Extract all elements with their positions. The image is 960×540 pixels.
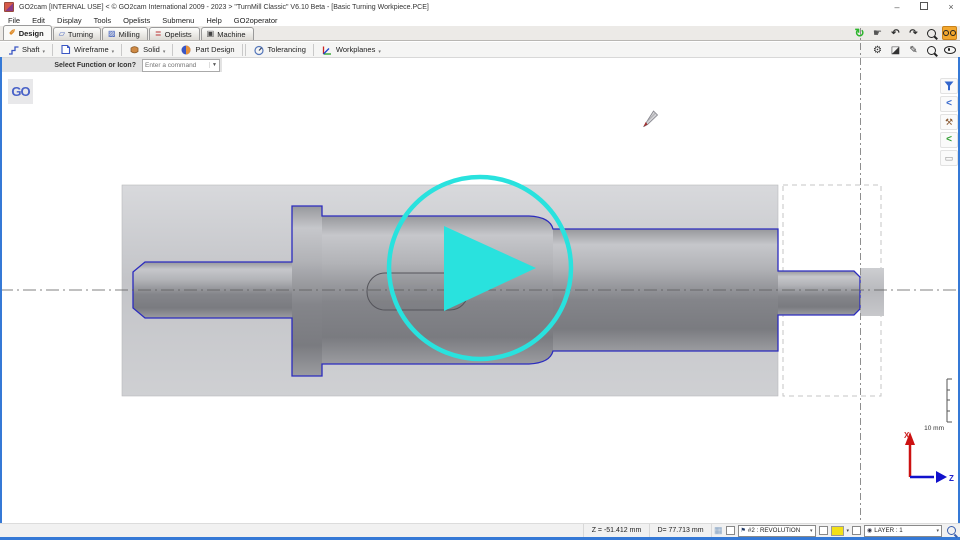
machine-tab-icon: ▣ [207,30,215,38]
titlebar: GO2cam [INTERNAL USE] < © GO2cam Interna… [0,0,960,14]
dropdown-arrow-icon: ▾ [378,49,381,55]
tab-opelists[interactable]: ≣ Opelists [149,27,200,40]
zoom-status-icon[interactable] [945,524,957,538]
app-icon [4,2,14,12]
dropdown-arrow-icon: ▾ [43,49,46,55]
refresh-icon[interactable]: ↻ [852,26,867,40]
shaft-button[interactable]: Shaft▾ [2,43,51,57]
z-coordinate: Z = -51.412 mm [583,524,649,537]
datum-line [860,28,861,520]
view-toolbar-row2: ⚙ ◪ ✎ [870,43,957,57]
part-design-button[interactable]: Part Design [174,43,240,57]
part-design-icon [180,44,192,56]
filter-button[interactable] [940,78,958,94]
collapse-green-button[interactable]: < [940,132,958,148]
undo-icon[interactable]: ↶ [888,26,903,40]
eraser-icon[interactable]: ◪ [888,43,903,57]
pencil-cursor [641,109,661,130]
machining-icon[interactable]: ⚙ [870,43,885,57]
workplanes-icon [321,44,333,56]
shaft-icon [8,44,19,55]
layer-eye-icon: ◉ [867,527,872,534]
pick-tool-icon[interactable]: ☛ [870,26,885,40]
menu-display[interactable]: Display [51,16,88,25]
menu-help[interactable]: Help [200,16,227,25]
layer-select[interactable]: ◉ LAYER : 1 ▾ [864,525,942,537]
redo-icon[interactable]: ↷ [906,26,921,40]
wireframe-button[interactable]: Wireframe▾ [54,43,120,57]
window-title: GO2cam [INTERNAL USE] < © GO2cam Interna… [19,4,429,11]
opelists-tab-icon: ≣ [155,30,162,38]
color-checkbox[interactable] [819,526,828,535]
grid-icon[interactable]: ▦ [714,526,723,535]
menu-opelists[interactable]: Opelists [117,16,156,25]
dropdown-arrow-icon: ▾ [112,49,115,55]
tab-strip: ✐ Design ▱ Turning ▨ Milling ≣ Opelists … [0,26,960,41]
revolution-checkbox[interactable] [726,526,735,535]
tab-design[interactable]: ✐ Design [3,25,52,40]
menu-submenu[interactable]: Submenu [156,16,200,25]
flag-icon: ⚑ [741,527,746,534]
d-coordinate: D= 77.713 mm [649,524,712,537]
menu-file[interactable]: File [2,16,26,25]
menu-tools[interactable]: Tools [88,16,118,25]
right-mini-toolbar: < ⚒ < ▭ [940,78,958,166]
glasses-icon [943,30,956,36]
color-swatch[interactable] [831,526,844,536]
menu-edit[interactable]: Edit [26,16,51,25]
tolerancing-icon [253,44,265,56]
menu-go2operator[interactable]: GO2operator [228,16,284,25]
view-toolbar-row1: ↻ ☛ ↶ ↷ [852,26,957,40]
tab-turning[interactable]: ▱ Turning [53,27,101,40]
layer-checkbox[interactable] [852,526,861,535]
dropdown-arrow-icon: ▾ [163,49,166,55]
go2cam-window: GO2cam [INTERNAL USE] < © GO2cam Interna… [0,0,960,540]
close-button[interactable]: × [946,2,956,12]
clamp-button[interactable]: ▭ [940,150,958,166]
turret-tool-button[interactable]: ⚒ [940,114,958,130]
pencil-pot-icon[interactable]: ✎ [906,43,921,57]
zoom-window-icon[interactable] [924,43,939,57]
status-bar: Z = -51.412 mm D= 77.713 mm ▦ ⚑ #2 : REV… [0,523,960,537]
visibility-eye-icon[interactable] [942,43,957,57]
tolerancing-button[interactable]: Tolerancing [247,43,312,57]
solid-icon [129,44,140,55]
swatch-dropdown-icon[interactable]: ▾ [847,528,850,534]
revolution-select[interactable]: ⚑ #2 : REVOLUTION ▾ [738,525,816,537]
zoom-icon[interactable] [924,26,939,40]
drawing-canvas[interactable]: 10 mm X Z [0,57,960,524]
view-glasses-button[interactable] [942,26,957,40]
collapse-blue-button[interactable]: < [940,96,958,112]
window-border-left [0,57,2,540]
filter-icon [944,81,954,91]
menubar: File Edit Display Tools Opelists Submenu… [2,14,960,26]
axis-x-label: X [904,431,910,440]
scale-ruler [947,379,952,422]
axis-z-label: Z [949,474,954,483]
tab-machine[interactable]: ▣ Machine [201,27,254,40]
restore-button[interactable] [919,2,929,12]
milling-tab-icon: ▨ [108,30,116,38]
scale-label: 10 mm [924,425,944,432]
solid-button[interactable]: Solid▾ [123,43,171,57]
turning-tab-icon: ▱ [59,30,65,38]
wireframe-icon [60,44,71,55]
design-tab-icon: ✐ [9,29,16,37]
axes-triad: X Z [904,431,954,483]
ribbon-toolbar: Shaft▾ Wireframe▾ Solid▾ Part Design Tol… [0,42,960,58]
tab-milling[interactable]: ▨ Milling [102,27,148,40]
minimize-button[interactable]: – [892,2,902,12]
workplanes-button[interactable]: Workplanes▾ [315,43,387,57]
